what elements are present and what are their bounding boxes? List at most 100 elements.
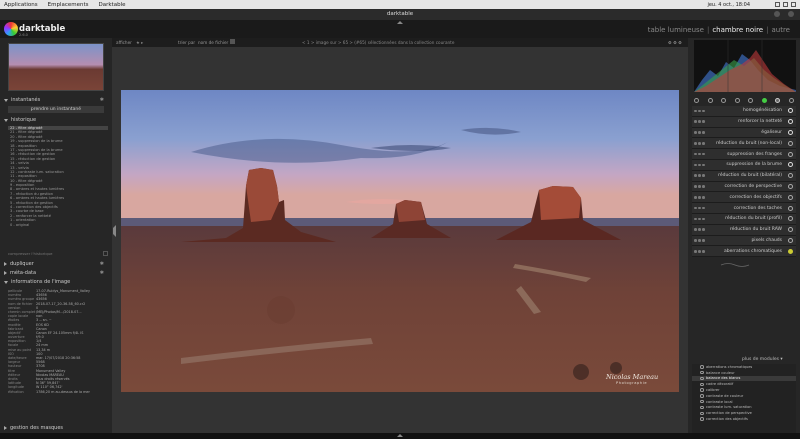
window-title: darktable	[386, 11, 414, 17]
more-module-item[interactable]: correction des objectifs	[692, 416, 796, 422]
module-header[interactable]: réduction du bruit (profil)	[692, 213, 796, 225]
module-header[interactable]: aberrations chromatiques	[692, 246, 796, 258]
module-controls[interactable]	[692, 120, 710, 123]
group-power-icon[interactable]	[694, 97, 700, 103]
network-icon[interactable]	[775, 2, 780, 7]
menu-darktable[interactable]: Darktable	[99, 2, 126, 8]
module-power-icon[interactable]	[788, 129, 793, 135]
module-header[interactable]: réduction du bruit (bilatéral)	[692, 170, 796, 182]
module-controls[interactable]	[692, 217, 710, 221]
module-header[interactable]: réduction du bruit (non-local)	[692, 138, 796, 150]
module-controls[interactable]	[692, 185, 710, 188]
main-image[interactable]	[121, 90, 679, 392]
module-controls[interactable]	[692, 250, 710, 253]
compress-history-button[interactable]: compresser l'historique	[8, 250, 108, 256]
module-controls[interactable]	[692, 142, 710, 145]
sort-order-icon[interactable]	[230, 39, 235, 44]
menu-emplacements[interactable]: Emplacements	[48, 2, 89, 8]
duplicate-header[interactable]: dupliquer ✱	[4, 260, 108, 268]
group-tone-icon[interactable]	[734, 97, 740, 103]
module-name: homogénéisation	[743, 108, 782, 114]
expand-filmstrip-arrow[interactable]	[397, 434, 403, 437]
module-header[interactable]: suppression de la brume	[692, 159, 796, 171]
view-other[interactable]: autre	[771, 26, 790, 34]
module-group-end-icon	[720, 263, 750, 267]
take-snapshot-button[interactable]: prendre un instantané	[8, 106, 104, 113]
module-controls[interactable]	[692, 239, 710, 242]
group-favorites-icon[interactable]	[707, 97, 713, 103]
collapse-header-arrow[interactable]	[397, 21, 403, 24]
module-name: réduction du bruit (profil)	[725, 216, 782, 222]
info-value: 1786,20 m au-dessus de la mer	[36, 389, 90, 394]
more-modules-list: aberrations chromatiques balance couleur b…	[692, 364, 796, 434]
module-power-icon[interactable]	[788, 140, 793, 146]
view-darkroom[interactable]: chambre noire	[712, 26, 763, 34]
module-controls[interactable]	[692, 131, 710, 134]
gear-icon[interactable]: ✱	[100, 97, 104, 103]
group-presets-icon[interactable]	[788, 97, 794, 103]
view-switcher: table lumineuse | chambre noire | autre	[647, 26, 790, 34]
module-controls[interactable]	[692, 163, 710, 167]
module-icon	[700, 399, 704, 404]
module-name: pixels chauds	[751, 237, 782, 243]
close-icon[interactable]	[788, 11, 794, 17]
module-power-icon[interactable]	[788, 194, 793, 200]
star-filter-icon[interactable]: ★ ▸	[136, 40, 143, 45]
snapshots-header[interactable]: instantanés ✱	[4, 96, 108, 104]
collection-status: < 1 > image sur > 65 > (#65) sélectionné…	[302, 40, 455, 45]
stack-icon[interactable]	[103, 250, 108, 256]
module-power-icon[interactable]	[788, 205, 793, 211]
power-icon[interactable]	[791, 2, 796, 7]
system-top-bar: Applications Emplacements Darktable jeu.…	[0, 0, 800, 9]
sort-label: trier par	[178, 40, 196, 45]
more-modules-label[interactable]: plus de modules ▾	[742, 357, 783, 362]
show-label: afficher	[116, 40, 132, 45]
group-basic-icon[interactable]	[721, 97, 727, 103]
module-header[interactable]: réduction du bruit RAW	[692, 224, 796, 236]
collapse-left-arrow[interactable]	[113, 225, 116, 237]
masks-header[interactable]: gestion des masques	[4, 424, 108, 432]
module-controls[interactable]	[692, 206, 710, 210]
history-header[interactable]: historique	[4, 116, 108, 124]
module-controls[interactable]	[692, 196, 710, 199]
group-effect-icon[interactable]	[775, 97, 781, 103]
module-header[interactable]: pixels chauds	[692, 235, 796, 247]
metadata-header[interactable]: méta-data ✱	[4, 269, 108, 277]
module-power-icon[interactable]	[788, 248, 793, 254]
gear-icon[interactable]: ✱	[100, 270, 104, 276]
clock[interactable]: jeu. 4 oct., 18:04	[707, 2, 750, 8]
minimize-icon[interactable]	[774, 11, 780, 17]
module-header[interactable]: suppression des franges	[692, 149, 796, 160]
module-power-icon[interactable]	[788, 183, 793, 189]
module-header[interactable]: correction des objectifs	[692, 192, 796, 204]
module-power-icon[interactable]	[788, 151, 793, 157]
menu-applications[interactable]: Applications	[4, 2, 38, 8]
view-lighttable[interactable]: table lumineuse	[648, 26, 704, 34]
module-controls[interactable]	[692, 228, 710, 231]
image-info-header[interactable]: informations de l'image	[4, 278, 108, 286]
sort-select[interactable]: nom de fichier	[198, 40, 228, 45]
module-icon	[700, 365, 704, 369]
module-header[interactable]: homogénéisation	[692, 106, 796, 117]
watermark-subtitle: Photographie	[616, 381, 648, 385]
module-controls[interactable]	[692, 152, 710, 156]
volume-icon[interactable]	[783, 2, 788, 7]
history-item[interactable]: 0 - original	[8, 223, 108, 227]
histogram[interactable]	[694, 40, 796, 92]
module-header[interactable]: correction de perspective	[692, 181, 796, 193]
module-controls[interactable]	[692, 174, 710, 177]
info-key: élévation	[8, 389, 24, 394]
module-header[interactable]: renforcer la netteté	[692, 116, 796, 128]
group-correct-icon[interactable]	[761, 97, 767, 103]
module-header[interactable]: correction des taches	[692, 203, 796, 214]
module-power-icon[interactable]	[788, 237, 793, 243]
group-color-icon[interactable]	[748, 97, 754, 103]
module-group-tabs	[690, 96, 798, 104]
settings-icons[interactable]: ⚙ ⚙ ⚙	[668, 40, 682, 45]
navigation-preview[interactable]	[8, 43, 104, 91]
module-controls[interactable]	[692, 109, 710, 113]
module-name: correction des taches	[733, 205, 782, 211]
gear-icon[interactable]: ✱	[100, 261, 104, 267]
module-header[interactable]: égaliseur	[692, 127, 796, 139]
watermark-name: Nicolas Mareau	[606, 373, 659, 381]
